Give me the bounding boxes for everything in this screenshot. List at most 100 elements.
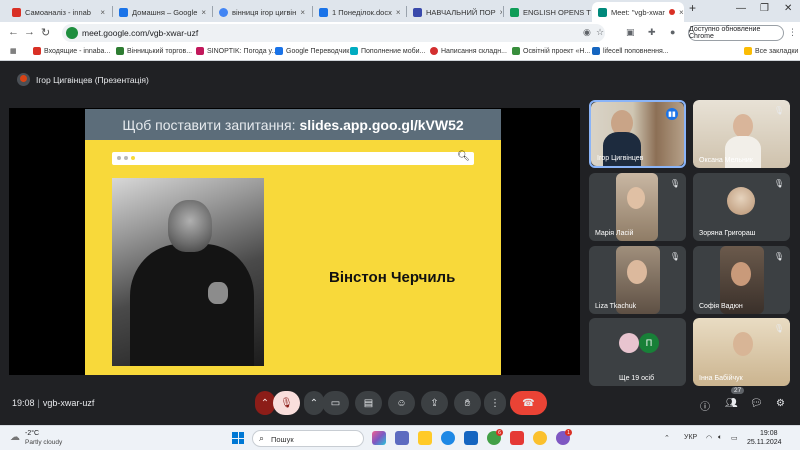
address-bar[interactable]: meet.google.com/vgb-xwar-uzf ◉ ☆ [62,24,605,42]
file-explorer-icon[interactable] [418,431,432,445]
start-button[interactable] [232,432,244,444]
back-icon[interactable]: ← [8,26,19,38]
minimize-icon[interactable]: — [736,3,746,14]
participant-name: Зоряна Григораш [699,230,756,237]
close-icon[interactable]: × [201,8,206,17]
raise-hand-button[interactable]: ✋︎ [454,391,481,415]
profile-icon[interactable]: ● [670,27,675,37]
translate-icon[interactable]: ▣ [626,27,635,38]
all-bookmarks[interactable]: Все закладки [744,47,798,55]
bookmark-translate[interactable]: Google Переводчик [275,47,349,55]
mic-off-icon: 🎙︎ [669,252,680,261]
wifi-icon[interactable]: ◠ [706,434,712,442]
drive-icon [319,7,328,17]
tab-google-home[interactable]: Домашня – Google × [113,2,211,22]
eye-icon[interactable]: ◉ [583,27,591,38]
bookmark-vinnytsia[interactable]: Вінницький торгов... [116,47,192,55]
bookmark-sinoptik[interactable]: SINOPTIK: Погода у... [196,47,277,55]
apps-icon[interactable]: ▦ [10,47,17,55]
chat-icon[interactable]: 💬︎ [750,398,763,409]
cloud-icon: ☁︎ [10,432,20,443]
more-participants-tile[interactable]: П Ще 19 осіб [589,318,686,386]
tab-self-analysis[interactable]: Самоаналіз - innab × [6,2,111,22]
taskbar-search[interactable]: ⌕ Пошук [252,430,364,447]
participant-tile[interactable]: ▮▮ Ігор Цигвінцев [589,100,686,168]
bookmark-gmail[interactable]: Входящие - innaba... [33,47,110,55]
tab-title: НАВЧАЛЬНИЙ ПОР [426,7,496,17]
tab-search[interactable]: вінниця ігор цигвін × [213,2,311,22]
tab-title: вінниця ігор цигвін [232,7,297,17]
captions-button[interactable]: ▤ [355,391,382,415]
participant-tile[interactable]: 🎙︎ Софія Вадюн [693,246,790,314]
tab-title: Домашня – Google [132,7,198,17]
close-icon[interactable]: × [396,8,401,17]
tab-title: 1 Понеділок.docx [332,7,392,17]
meeting-time: 19:08 [12,398,35,408]
mic-options-button[interactable]: ⌃ [255,391,275,415]
meeting-code: vgb-xwar-uzf [42,398,95,408]
participant-tile[interactable]: 🎙︎ Liza Tkachuk [589,246,686,314]
app-icon[interactable] [510,431,524,445]
outlook-icon[interactable] [464,431,478,445]
tab-docx[interactable]: 1 Понеділок.docx × [313,2,405,22]
close-icon[interactable]: × [100,8,105,17]
reactions-button[interactable]: ☺ [388,391,415,415]
present-button[interactable]: ⇪ [421,391,448,415]
edge-icon[interactable] [441,431,455,445]
slide-search-bar: 🔍︎ [112,151,474,165]
meet-camera-icon [66,27,78,39]
participant-tile[interactable]: 🎙︎ Інна Бабійчук [693,318,790,386]
camera-toggle-button[interactable]: ▭ [322,391,349,415]
clock-date[interactable]: 25.11.2024 [747,439,782,446]
bookmark-topup[interactable]: Пополнение моби... [350,47,425,55]
participant-tile[interactable]: 🎙︎ Марія Ласій [589,173,686,241]
participant-tile[interactable]: 🎙︎ Оксана Мельник [693,100,790,168]
bookmark-star-icon[interactable]: ☆ [596,27,604,38]
bookmark-writing[interactable]: Написання складн... [430,47,507,55]
extensions-icon[interactable]: ✚ [648,27,656,38]
mic-toggle-button[interactable]: 🎙︎ [273,391,300,415]
bookmark-label: Вінницький торгов... [127,47,193,55]
tab-english[interactable]: ENGLISH OPENS TH × [504,2,591,22]
weather-desc: Partly cloudy [25,439,63,446]
camera-options-button[interactable]: ⌃ [304,391,324,415]
copilot-icon[interactable] [372,431,386,445]
people-icon[interactable]: 👥︎ [725,398,738,409]
tab-navchalnyi[interactable]: НАВЧАЛЬНИЙ ПОР × [407,2,502,22]
bookmark-label: Написання складн... [441,47,507,55]
bookmark-lifecell[interactable]: lifecell поповнення... [592,47,669,55]
close-icon[interactable]: × [500,8,502,17]
bookmark-education[interactable]: Освітній проект «Н... [512,47,590,55]
update-chrome-button[interactable]: Доступно обновление Chrome [688,25,784,41]
restore-icon[interactable]: ❐ [760,3,769,14]
tab-meet[interactable]: Meet: "vgb-xwar × [592,2,684,22]
forward-icon[interactable]: → [24,26,35,38]
participant-name: Марія Ласій [595,230,634,237]
new-tab-button[interactable]: + [689,1,696,15]
close-icon[interactable]: × [679,8,684,17]
weather-site-icon [196,47,204,55]
battery-icon[interactable]: ▭ [731,434,738,442]
leave-call-button[interactable]: ☎︎ [510,391,547,415]
more-options-button[interactable]: ⋮ [484,391,506,415]
language-indicator[interactable]: УКР [684,434,697,441]
teams-icon[interactable] [395,431,409,445]
close-icon[interactable]: × [300,8,305,17]
presentation-slide: Щоб поставити запитання: slides.app.goo.… [85,109,501,375]
tray-chevron-icon[interactable]: ⌃ [664,434,670,442]
participant-tile[interactable]: 🎙︎ Зоряна Григораш [693,173,790,241]
close-window-icon[interactable]: ✕ [784,3,792,14]
menu-icon[interactable]: ⋮ [788,27,797,38]
site-icon [116,47,124,55]
badge-count: 6 [498,429,501,436]
info-icon[interactable]: ⓘ [700,398,710,413]
reload-icon[interactable]: ↻ [41,26,50,39]
bookmark-label: Google Переводчик [286,47,350,55]
bookmark-label: Пополнение моби... [361,47,426,55]
slide-caption: Вінстон Черчиль [329,269,456,286]
volume-icon[interactable]: 🔈︎ [718,434,722,442]
activities-icon[interactable]: ⚙︎ [776,398,785,409]
clock-time[interactable]: 19:08 [760,430,778,437]
bookmark-label: lifecell поповнення... [603,47,669,55]
chrome-active-icon[interactable] [533,431,547,445]
